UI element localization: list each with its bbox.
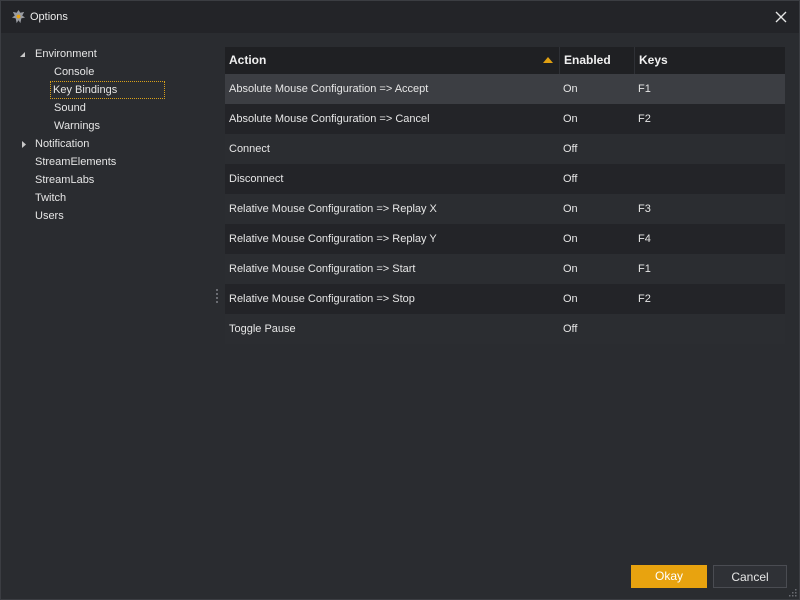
expanded-arrow-icon[interactable] [19, 45, 29, 63]
column-header-action[interactable]: Action [225, 47, 559, 74]
dragon-logo-icon [11, 9, 26, 24]
table-row[interactable]: Toggle Pause Off [225, 314, 785, 344]
enabled-cell: On [563, 113, 578, 125]
title-bar[interactable]: Options [1, 1, 799, 33]
table-row[interactable]: Relative Mouse Configuration => Stop On … [225, 284, 785, 314]
tree-item-label: StreamLabs [35, 174, 95, 186]
enabled-cell: On [563, 263, 578, 275]
tree-item-label: Users [35, 210, 64, 222]
table-row[interactable]: Absolute Mouse Configuration => Accept O… [225, 74, 785, 104]
action-cell: Absolute Mouse Configuration => Accept [229, 83, 429, 95]
table-row[interactable]: Relative Mouse Configuration => Replay Y… [225, 224, 785, 254]
enabled-cell: Off [563, 173, 578, 185]
close-icon [775, 11, 787, 23]
splitter-grip[interactable] [216, 289, 219, 305]
tree-item-label: Sound [54, 102, 86, 114]
column-header-label: Keys [639, 53, 668, 67]
table-row[interactable]: Relative Mouse Configuration => Start On… [225, 254, 785, 284]
keys-cell: F3 [638, 203, 651, 215]
enabled-cell: On [563, 233, 578, 245]
tree-item-label: Warnings [54, 120, 101, 132]
action-cell: Toggle Pause [229, 323, 296, 335]
tree-item-label: Notification [35, 138, 90, 150]
table-row[interactable]: Disconnect Off [225, 164, 785, 194]
tree-item-label: StreamElements [35, 156, 117, 168]
collapsed-arrow-icon[interactable] [20, 135, 30, 153]
action-cell: Disconnect [229, 173, 284, 185]
keys-cell: F2 [638, 113, 651, 125]
okay-button[interactable]: Okay [631, 565, 707, 588]
keys-cell: F1 [638, 263, 651, 275]
keys-cell [634, 314, 785, 344]
sort-ascending-icon [543, 57, 553, 63]
column-header-label: Enabled [564, 53, 611, 67]
keys-cell: F1 [638, 83, 651, 95]
action-cell: Absolute Mouse Configuration => Cancel [229, 113, 430, 125]
key-bindings-grid: Action Enabled Keys Absolute Mouse Confi… [225, 47, 785, 344]
enabled-cell: On [563, 203, 578, 215]
action-cell: Relative Mouse Configuration => Replay Y [229, 233, 437, 245]
tree-item-label: Environment [35, 48, 97, 60]
action-cell: Relative Mouse Configuration => Start [229, 263, 416, 275]
table-row[interactable]: Absolute Mouse Configuration => Cancel O… [225, 104, 785, 134]
options-dialog: Options Environment Console Key Bindings… [0, 0, 800, 600]
column-header-keys[interactable]: Keys [634, 47, 785, 74]
window-title: Options [30, 11, 68, 23]
table-row[interactable]: Relative Mouse Configuration => Replay X… [225, 194, 785, 224]
enabled-cell: Off [563, 143, 578, 155]
action-cell: Connect [229, 143, 270, 155]
tree-item-label: Twitch [35, 192, 67, 204]
close-button[interactable] [771, 7, 791, 27]
column-header-label: Action [229, 53, 267, 67]
action-cell: Relative Mouse Configuration => Replay X [229, 203, 437, 215]
tree-item-label: Console [54, 66, 95, 78]
enabled-cell: On [563, 293, 578, 305]
grid-header: Action Enabled Keys [225, 47, 785, 74]
enabled-cell: Off [563, 323, 578, 335]
column-header-enabled[interactable]: Enabled [559, 47, 634, 74]
cancel-button[interactable]: Cancel [713, 565, 787, 588]
tree-item-label: Key Bindings [50, 81, 166, 99]
resize-grip-icon[interactable] [787, 587, 797, 597]
keys-cell: F2 [638, 293, 651, 305]
action-cell: Relative Mouse Configuration => Stop [229, 293, 415, 305]
keys-cell [634, 164, 785, 194]
options-tree: Environment Console Key Bindings Sound W… [11, 45, 216, 245]
keys-cell [634, 134, 785, 164]
table-row[interactable]: Connect Off [225, 134, 785, 164]
enabled-cell: On [563, 83, 578, 95]
keys-cell: F4 [638, 233, 651, 245]
